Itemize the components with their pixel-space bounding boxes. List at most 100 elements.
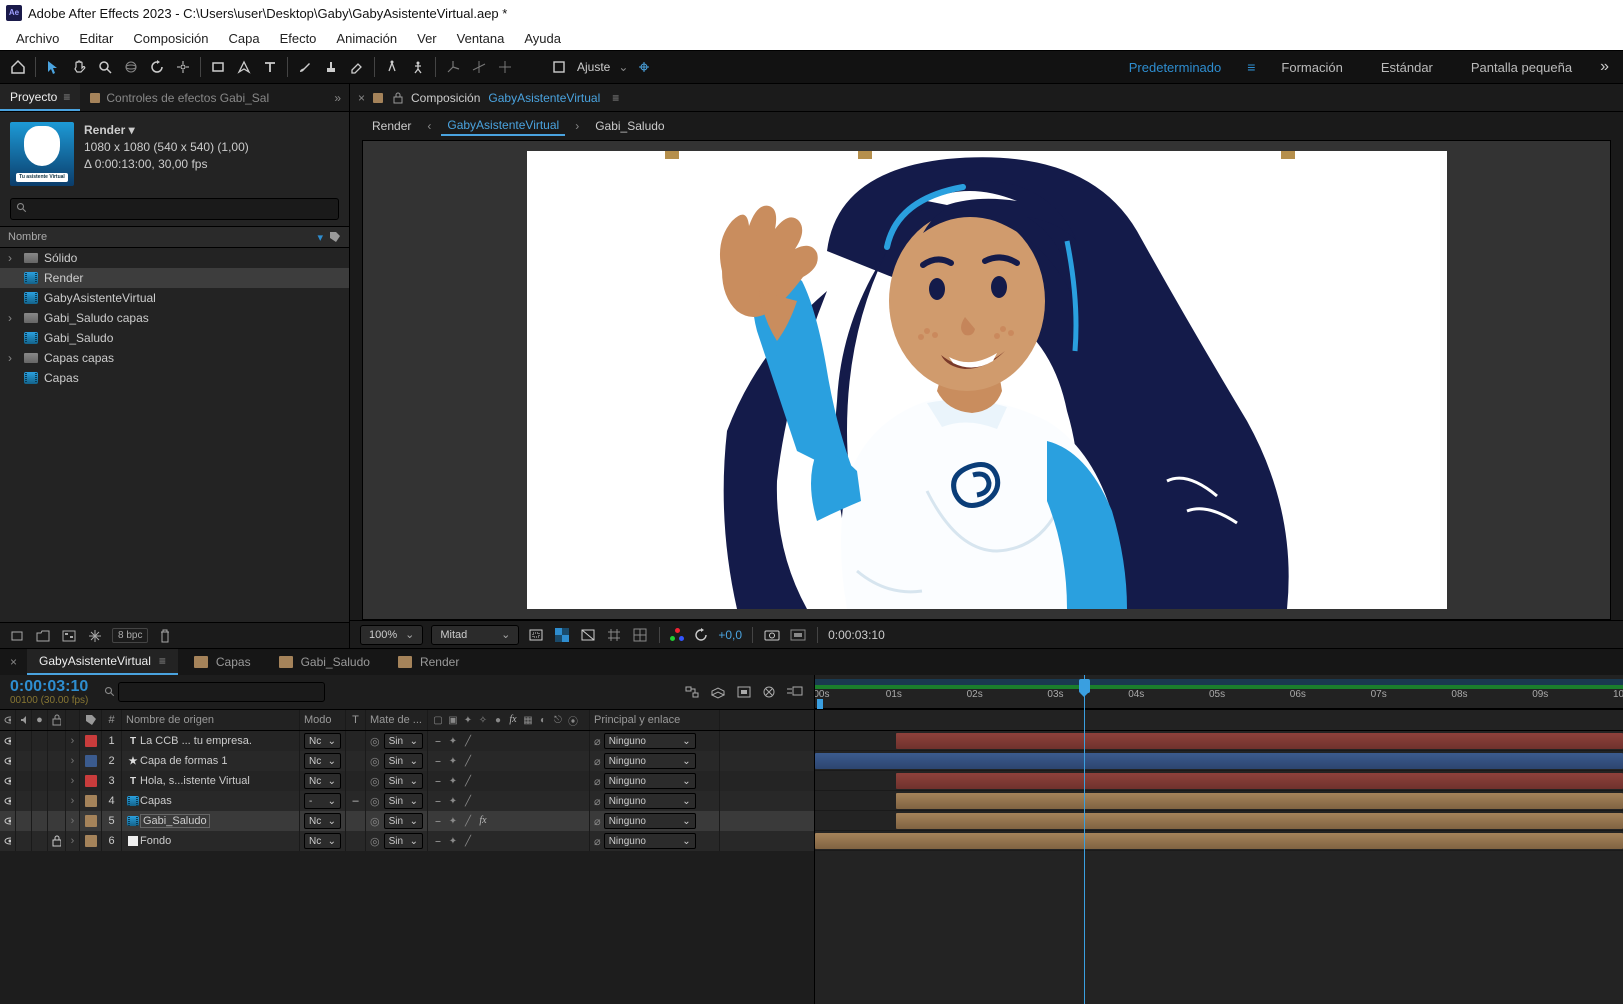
audio-toggle[interactable] — [16, 791, 32, 811]
layer-switches[interactable]: ⎯✦╱ — [428, 771, 590, 791]
audio-toggle[interactable] — [16, 811, 32, 831]
blend-mode-dropdown[interactable]: -⌄ — [300, 791, 346, 811]
solo-toggle[interactable] — [32, 831, 48, 851]
track-row[interactable] — [815, 791, 1623, 811]
track-row[interactable] — [815, 751, 1623, 771]
clone-tool[interactable] — [319, 55, 343, 79]
preserve-transparency[interactable] — [346, 831, 366, 851]
layer-name-cell[interactable]: Gabi_Saludo — [122, 811, 300, 831]
panel-overflow-icon[interactable]: » — [326, 91, 349, 105]
label-swatch[interactable] — [80, 731, 102, 751]
layer-name-cell[interactable]: ★ Capa de formas 1 — [122, 751, 300, 771]
roi-icon[interactable] — [527, 626, 545, 644]
show-snapshot-icon[interactable] — [789, 626, 807, 644]
layer-name-cell[interactable]: Fondo — [122, 831, 300, 851]
parent-dropdown[interactable]: ⌀ Ninguno⌄ — [590, 791, 720, 811]
layer-bar[interactable] — [815, 833, 1623, 849]
rect-tool[interactable] — [206, 55, 230, 79]
asset-thumbnail[interactable]: Tu asistente Virtual — [10, 122, 74, 186]
lock-toggle[interactable] — [48, 811, 66, 831]
track-matte-dropdown[interactable]: ◎Sin⌄ — [366, 791, 428, 811]
layer-row[interactable]: ›6 FondoNc⌄◎Sin⌄⎯✦╱⌀ Ninguno⌄ — [0, 831, 814, 851]
layer-row[interactable]: ›3T Hola, s...istente VirtualNc⌄◎Sin⌄⎯✦╱… — [0, 771, 814, 791]
rotate-tool[interactable] — [145, 55, 169, 79]
layer-bar[interactable] — [896, 773, 1623, 789]
audio-toggle[interactable] — [16, 731, 32, 751]
zoom-dropdown[interactable]: 100%⌄ — [360, 625, 423, 645]
track-matte-dropdown[interactable]: ◎Sin⌄ — [366, 751, 428, 771]
panel-menu-icon[interactable]: ≡ — [604, 91, 627, 105]
snapshot-icon[interactable] — [763, 626, 781, 644]
panel-close-icon[interactable]: × — [350, 91, 373, 105]
layer-bar[interactable] — [896, 813, 1623, 829]
lock-toggle[interactable] — [48, 751, 66, 771]
column-parent[interactable]: Principal y enlace — [590, 710, 720, 730]
solo-toggle[interactable] — [32, 751, 48, 771]
layer-switches[interactable]: ⎯✦╱ — [428, 751, 590, 771]
preserve-transparency[interactable]: – — [346, 791, 366, 811]
track-matte-dropdown[interactable]: ◎Sin⌄ — [366, 771, 428, 791]
layer-bar[interactable] — [896, 793, 1623, 809]
layer-bar[interactable] — [815, 753, 1623, 769]
track-matte-dropdown[interactable]: ◎Sin⌄ — [366, 731, 428, 751]
asset-name[interactable]: Render ▾ — [84, 122, 249, 139]
track-row[interactable] — [815, 811, 1623, 831]
snap-icon[interactable] — [547, 55, 571, 79]
parent-dropdown[interactable]: ⌀ Ninguno⌄ — [590, 811, 720, 831]
view-axis-icon[interactable] — [493, 55, 517, 79]
timeline-track-area[interactable]: 0:00s01s02s03s04s05s06s07s08s09s10s — [815, 675, 1623, 1004]
blend-mode-dropdown[interactable]: Nc⌄ — [300, 751, 346, 771]
project-item[interactable]: Gabi_Saludo — [0, 328, 349, 348]
breadcrumb-item[interactable]: GabyAsistenteVirtual — [441, 116, 565, 136]
chevron-left-icon[interactable]: ‹ — [427, 119, 431, 133]
work-area-start[interactable] — [817, 699, 823, 709]
comp-mini-flowchart-icon[interactable] — [684, 685, 700, 699]
guides-icon[interactable] — [605, 626, 623, 644]
workspace-menu-icon[interactable]: ≡ — [1241, 59, 1261, 75]
project-item[interactable]: ›Capas capas — [0, 348, 349, 368]
column-mode[interactable]: Modo — [300, 710, 346, 730]
visibility-toggle[interactable] — [0, 731, 16, 751]
track-row[interactable] — [815, 731, 1623, 751]
layer-switches[interactable]: ⎯✦╱fx — [428, 811, 590, 831]
timeline-tab[interactable]: Render — [386, 649, 471, 675]
parent-dropdown[interactable]: ⌀ Ninguno⌄ — [590, 751, 720, 771]
panel-close-icon[interactable]: × — [4, 655, 23, 669]
new-comp-icon[interactable] — [60, 627, 78, 645]
solo-toggle[interactable] — [32, 771, 48, 791]
layer-name-cell[interactable]: T Hola, s...istente Virtual — [122, 771, 300, 791]
snap-to-point-icon[interactable] — [632, 55, 656, 79]
sort-icon[interactable]: ▾ — [317, 231, 323, 244]
twisty-icon[interactable]: › — [66, 811, 80, 831]
menu-item-editar[interactable]: Editar — [69, 29, 123, 48]
project-columns-header[interactable]: Nombre ▾ — [0, 226, 349, 248]
label-swatch[interactable] — [80, 751, 102, 771]
viewer-timecode[interactable]: 0:00:03:10 — [828, 628, 885, 642]
lock-icon[interactable] — [389, 92, 407, 104]
track-matte-dropdown[interactable]: ◎Sin⌄ — [366, 811, 428, 831]
bpc-button[interactable]: 8 bpc — [112, 628, 148, 643]
preserve-transparency[interactable] — [346, 771, 366, 791]
visibility-toggle[interactable] — [0, 791, 16, 811]
column-name[interactable]: Nombre de origen — [122, 710, 300, 730]
puppet-tool[interactable] — [406, 55, 430, 79]
interpret-footage-icon[interactable] — [8, 627, 26, 645]
exposure-value[interactable]: +0,0 — [718, 628, 742, 642]
audio-toggle[interactable] — [16, 751, 32, 771]
twisty-icon[interactable]: › — [66, 751, 80, 771]
menu-item-archivo[interactable]: Archivo — [6, 29, 69, 48]
workspace-overflow-icon[interactable]: » — [1592, 58, 1617, 76]
lock-toggle[interactable] — [48, 791, 66, 811]
local-axis-icon[interactable] — [441, 55, 465, 79]
eraser-tool[interactable] — [345, 55, 369, 79]
reset-exposure-icon[interactable] — [692, 626, 710, 644]
menu-item-ayuda[interactable]: Ayuda — [514, 29, 571, 48]
preserve-transparency[interactable] — [346, 751, 366, 771]
menu-item-animación[interactable]: Animación — [326, 29, 407, 48]
project-tab[interactable]: Proyecto≡ — [0, 84, 80, 111]
selection-tool[interactable] — [41, 55, 65, 79]
lock-toggle[interactable] — [48, 731, 66, 751]
layer-name-cell[interactable]: T La CCB ... tu empresa. — [122, 731, 300, 751]
layer-row[interactable]: ›5 Gabi_SaludoNc⌄◎Sin⌄⎯✦╱fx⌀ Ninguno⌄ — [0, 811, 814, 831]
blend-mode-dropdown[interactable]: Nc⌄ — [300, 731, 346, 751]
